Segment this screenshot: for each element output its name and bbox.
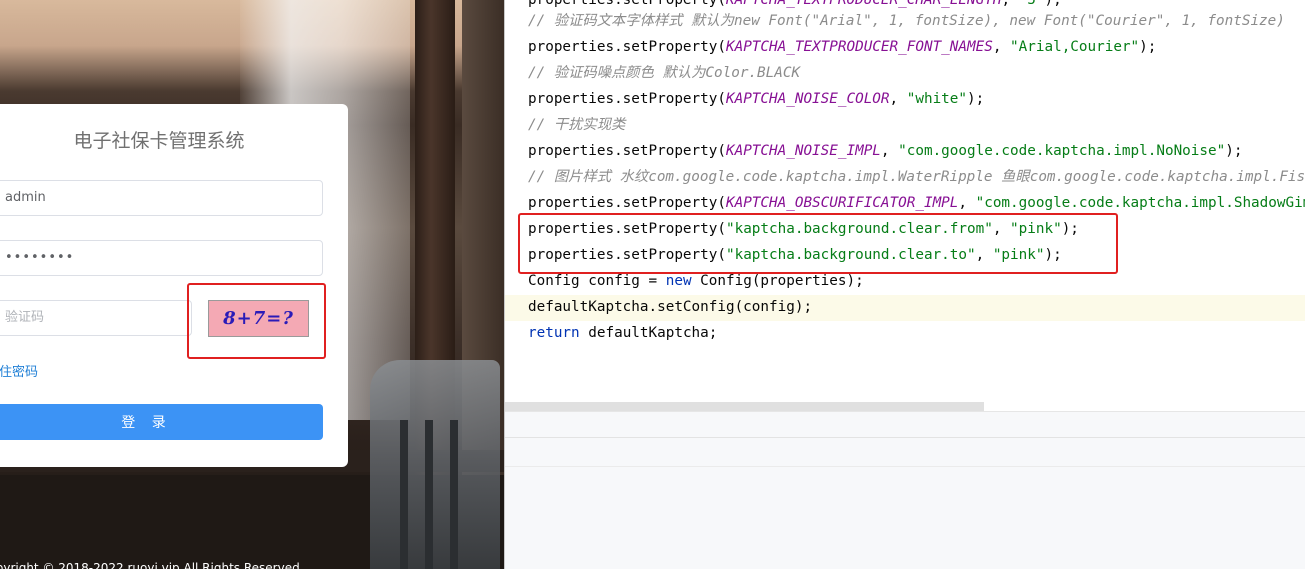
code-line[interactable]: defaultKaptcha.setConfig(config); bbox=[528, 294, 812, 320]
code-comment-line[interactable]: // 验证码噪点颜色 默认为Color.BLACK bbox=[528, 60, 800, 86]
code-constant: KAPTCHA_TEXTPRODUCER_FONT_NAMES bbox=[725, 39, 993, 55]
code-line[interactable]: return defaultKaptcha; bbox=[528, 320, 717, 346]
code-constant: KAPTCHA_NOISE_IMPL bbox=[725, 143, 881, 159]
bottom-tool-panel bbox=[505, 411, 1305, 569]
code-text: ); bbox=[1139, 39, 1157, 55]
code-text: properties.setProperty( bbox=[528, 91, 726, 107]
captcha-input[interactable]: 验证码 bbox=[0, 300, 192, 336]
code-string: "white" bbox=[906, 91, 968, 107]
code-string: "com.google.code.kaptcha.impl.ShadowGimp… bbox=[975, 195, 1305, 211]
code-comment-line[interactable]: // 验证码文本字体样式 默认为new Font("Arial", 1, fon… bbox=[528, 8, 1285, 34]
code-string: "Arial,Courier" bbox=[1010, 39, 1140, 55]
code-text: , bbox=[880, 143, 899, 159]
code-comment-line[interactable]: // 干扰实现类 bbox=[528, 112, 625, 138]
code-text: , bbox=[1001, 0, 1019, 8]
code-text: Config config = bbox=[528, 273, 666, 289]
code-text: defaultKaptcha; bbox=[579, 325, 718, 341]
background-chair-slat bbox=[450, 420, 458, 569]
code-text: properties.setProperty( bbox=[528, 143, 726, 159]
code-text: properties.setProperty( bbox=[528, 195, 726, 211]
panel-separator bbox=[505, 466, 1305, 467]
code-text: properties.setProperty( bbox=[528, 39, 726, 55]
copyright-footer: Copyright © 2018-2022 ruoyi.vip All Righ… bbox=[0, 561, 304, 569]
code-line[interactable]: properties.setProperty(KAPTCHA_NOISE_IMP… bbox=[528, 138, 1242, 164]
code-editor: properties.setProperty(KAPTCHA_TEXTPRODU… bbox=[505, 0, 1305, 569]
code-text: ); bbox=[1044, 0, 1062, 8]
code-text: Config(properties); bbox=[691, 273, 864, 289]
horizontal-scrollbar-thumb[interactable] bbox=[505, 402, 984, 411]
login-button[interactable]: 登 录 bbox=[0, 404, 323, 440]
code-text: ); bbox=[967, 91, 985, 107]
code-text: , bbox=[889, 91, 907, 107]
code-line[interactable]: properties.setProperty(KAPTCHA_TEXTPRODU… bbox=[528, 34, 1156, 60]
code-text: , bbox=[958, 195, 976, 211]
code-line[interactable]: properties.setProperty(KAPTCHA_NOISE_COL… bbox=[528, 86, 984, 112]
username-input[interactable]: admin bbox=[0, 180, 323, 216]
code-keyword: new bbox=[665, 273, 692, 289]
code-comment-line[interactable]: // 图片样式 水纹com.google.code.kaptcha.impl.W… bbox=[528, 164, 1305, 190]
background-chair bbox=[370, 360, 500, 569]
panel-separator bbox=[505, 437, 1305, 438]
code-string: "5" bbox=[1018, 0, 1045, 8]
remember-password-checkbox[interactable]: 记住密码 bbox=[0, 361, 38, 380]
remember-password-label: 记住密码 bbox=[0, 365, 39, 380]
annotation-highlight-captcha bbox=[187, 283, 326, 359]
login-title: 电子社保卡管理系统 bbox=[73, 130, 245, 152]
code-text: , bbox=[992, 39, 1011, 55]
code-constant: KAPTCHA_TEXTPRODUCER_CHAR_LENGTH bbox=[725, 0, 1002, 8]
annotation-highlight-code bbox=[518, 213, 1118, 274]
background-chair-slat bbox=[425, 420, 433, 569]
code-text: properties.setProperty( bbox=[528, 0, 726, 8]
code-text: ); bbox=[1225, 143, 1243, 159]
code-string: "com.google.code.kaptcha.impl.NoNoise" bbox=[898, 143, 1226, 159]
password-input[interactable]: •••••••• bbox=[0, 240, 323, 276]
code-constant: KAPTCHA_NOISE_COLOR bbox=[725, 91, 890, 107]
code-constant: KAPTCHA_OBSCURIFICATOR_IMPL bbox=[725, 195, 959, 211]
code-keyword: return bbox=[528, 325, 580, 341]
login-page: 电子社保卡管理系统 admin •••••••• 验证码 8+7=? 记住密码 … bbox=[0, 0, 505, 569]
background-chair-slat bbox=[400, 420, 408, 569]
